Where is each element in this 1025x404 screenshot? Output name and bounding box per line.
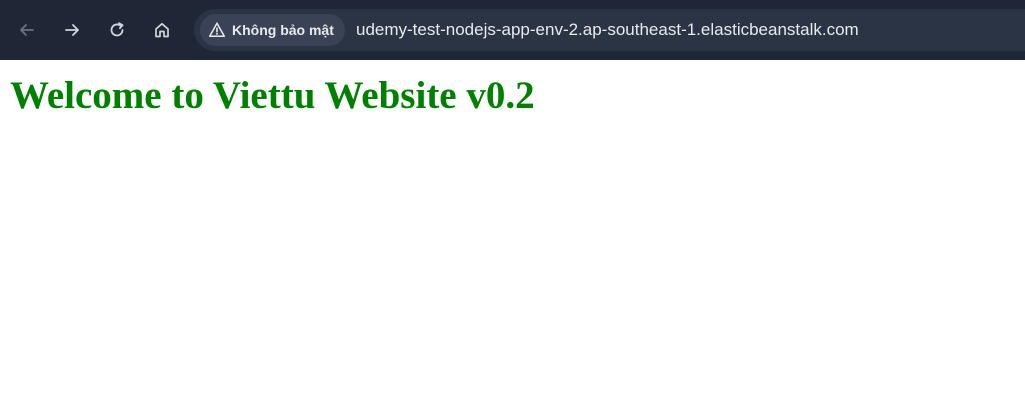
page-heading: Welcome to Viettu Website v0.2 (10, 74, 535, 117)
warning-triangle-icon (208, 21, 226, 39)
address-bar[interactable]: Không bảo mật udemy-test-nodejs-app-env-… (194, 9, 1025, 51)
back-button[interactable] (9, 12, 45, 48)
arrow-left-icon (20, 24, 34, 36)
security-chip[interactable]: Không bảo mật (200, 14, 345, 46)
page-content: Welcome to Viettu Website v0.2 (0, 60, 1025, 404)
security-chip-label: Không bảo mật (232, 22, 334, 38)
reload-icon (110, 22, 124, 37)
url-text[interactable]: udemy-test-nodejs-app-env-2.ap-southeast… (356, 9, 859, 51)
arrow-right-icon (65, 24, 79, 36)
browser-toolbar: Không bảo mật udemy-test-nodejs-app-env-… (0, 0, 1025, 60)
home-icon (155, 22, 169, 38)
reload-button[interactable] (99, 12, 135, 48)
home-button[interactable] (144, 12, 180, 48)
forward-button[interactable] (54, 12, 90, 48)
